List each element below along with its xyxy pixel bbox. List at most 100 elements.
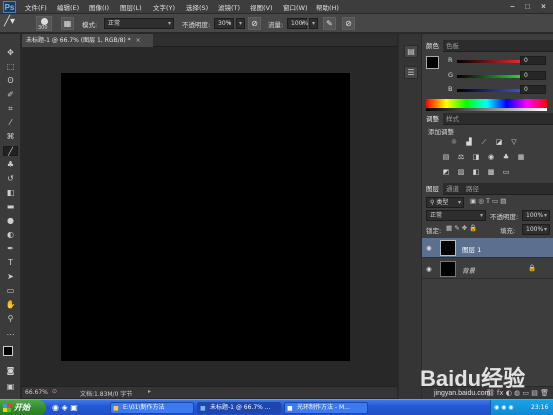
task-photoshop[interactable]: ■ 未标题-1 @ 66.7% ... [197,402,281,414]
menu-type[interactable]: 文字(Y) [153,2,175,12]
tab-adjustments[interactable]: 调整 [422,113,443,125]
black-white-icon[interactable]: ◨ [472,153,480,161]
threshold-icon[interactable]: ◧ [472,168,480,176]
lock-icons[interactable]: ▦ ✎ ✥ 🔒 [446,224,477,232]
curves-icon[interactable]: ⟋ [480,138,488,146]
screen-mode-icon[interactable]: ▣ [3,382,18,392]
channel-b-slider[interactable] [457,89,520,92]
menu-file[interactable]: 文件(F) [25,2,47,12]
exposure-icon[interactable]: ◪ [495,138,503,146]
fill-input[interactable]: 100% [522,224,550,235]
tab-close-icon[interactable]: × [136,37,141,44]
more-tools-icon[interactable]: ⋯ [3,330,18,340]
healing-brush-tool-icon[interactable]: ⌘ [3,132,18,142]
invert-icon[interactable]: ◩ [442,168,450,176]
photo-filter-icon[interactable]: ◉ [487,153,495,161]
mode-select[interactable]: 正常 [104,18,174,29]
tray-icons[interactable]: ◉ ◉ ◉ [494,400,514,415]
crop-tool-icon[interactable]: ⌗ [3,104,18,114]
brush-picker[interactable]: 300 [36,16,52,31]
channel-b-value[interactable]: 0 [520,85,546,94]
flow-input[interactable]: 100% [287,18,308,29]
type-tool-icon[interactable]: T [3,258,18,268]
clone-stamp-tool-icon[interactable]: ♣ [3,160,18,170]
channel-r-value[interactable]: 0 [520,56,546,65]
brush-tool-icon[interactable]: ╱ [3,146,18,156]
color-balance-icon[interactable]: ⚖ [457,153,465,161]
channel-r-slider[interactable] [457,60,520,63]
history-panel-icon[interactable]: ▤ [404,45,418,58]
document-canvas[interactable] [61,73,350,361]
opacity-dropdown[interactable] [236,18,245,29]
hue-saturation-icon[interactable]: ▤ [442,153,450,161]
layer-name[interactable]: 背景 [462,265,475,275]
hand-tool-icon[interactable]: ✋ [3,300,18,310]
channel-g-value[interactable]: 0 [520,71,546,80]
tab-layers[interactable]: 图层 [422,183,443,195]
brush-tool-preset-icon[interactable]: ╱▾ [4,16,30,31]
status-export-icon[interactable]: ⊙ [52,388,57,395]
gradient-tool-icon[interactable]: ▬ [3,202,18,212]
pen-tool-icon[interactable]: ✒ [3,244,18,254]
brush-panel-toggle-icon[interactable]: ▦ [61,17,74,30]
color-lookup-icon[interactable]: ▦ [517,153,525,161]
quicklaunch-icons[interactable]: ◉ ◈ ▣ [52,403,78,412]
opacity-input[interactable]: 30% [214,18,234,29]
quick-mask-icon[interactable]: ◙ [3,366,18,376]
tab-paths[interactable]: 路径 [462,183,483,195]
minimize-icon[interactable]: – [506,2,519,11]
shape-tool-icon[interactable]: ▭ [3,286,18,296]
layer-row-layer1[interactable]: ◉ 图层 1 [422,238,553,258]
document-tab[interactable]: 未标题-1 @ 66.7% (图层 1, RGB/8) * × [22,34,153,47]
menu-select[interactable]: 选择(S) [186,2,208,12]
color-spectrum-bar[interactable] [426,99,547,108]
flow-dropdown[interactable] [309,18,318,29]
panel-foreground-swatch[interactable] [426,56,439,69]
foreground-color-swatch[interactable] [3,346,13,356]
lasso-tool-icon[interactable]: ʘ [3,76,18,86]
history-brush-tool-icon[interactable]: ↺ [3,174,18,184]
properties-panel-icon[interactable]: ☰ [404,66,418,79]
tab-color[interactable]: 颜色 [422,40,443,52]
tab-swatches[interactable]: 色板 [442,40,463,52]
levels-icon[interactable]: ▟ [465,138,473,146]
pressure-size-icon[interactable]: ⊘ [342,17,355,30]
blur-tool-icon[interactable]: ● [3,216,18,226]
status-menu-icon[interactable]: ▸ [148,388,151,395]
layer-opacity-input[interactable]: 100% [522,210,550,221]
tab-channels[interactable]: 通道 [442,183,463,195]
menu-view[interactable]: 视图(V) [250,2,273,12]
eyedropper-tool-icon[interactable]: ⁄ [3,118,18,128]
zoom-level[interactable]: 66.67% [25,389,48,396]
move-tool-icon[interactable]: ✥ [3,48,18,58]
blend-mode-select[interactable]: 正常 [426,210,486,221]
layer-name[interactable]: 图层 1 [462,244,481,254]
close-icon[interactable]: × [537,2,550,11]
grayscale-ramp[interactable] [426,108,547,111]
menu-layer[interactable]: 图层(L) [120,2,142,12]
maximize-icon[interactable]: □ [521,2,534,11]
zoom-tool-icon[interactable]: ⚲ [3,314,18,324]
pressure-opacity-icon[interactable]: ⊘ [248,17,261,30]
posterize-icon[interactable]: ▨ [457,168,465,176]
path-selection-tool-icon[interactable]: ➤ [3,272,18,282]
layer-filter-kind-select[interactable]: ⚲ 类型 [426,197,464,208]
brightness-contrast-icon[interactable]: ☼ [450,138,458,146]
channel-g-slider[interactable] [457,75,520,78]
layer-row-background[interactable]: ◉ 背景 🔒 [422,259,553,279]
task-word[interactable]: ■ 光环制作方法 - M... [284,402,368,414]
airbrush-icon[interactable]: ✎ [323,17,336,30]
menu-edit[interactable]: 编辑(E) [57,2,79,12]
eraser-tool-icon[interactable]: ◧ [3,188,18,198]
channel-mixer-icon[interactable]: ♣ [502,153,510,161]
gradient-map-icon[interactable]: ▭ [502,168,510,176]
visibility-eye-icon[interactable]: ◉ [426,244,432,252]
dodge-tool-icon[interactable]: ◐ [3,230,18,240]
vibrance-icon[interactable]: ▽ [510,138,518,146]
quick-select-tool-icon[interactable]: ✐ [3,90,18,100]
selective-color-icon[interactable]: ▩ [487,168,495,176]
start-button[interactable]: 开始 [0,400,46,415]
marquee-tool-icon[interactable]: ⬚ [3,62,18,72]
filter-icons[interactable]: ▣ ◎ T ▭ ▤ [470,197,506,205]
menu-window[interactable]: 窗口(W) [283,2,308,12]
